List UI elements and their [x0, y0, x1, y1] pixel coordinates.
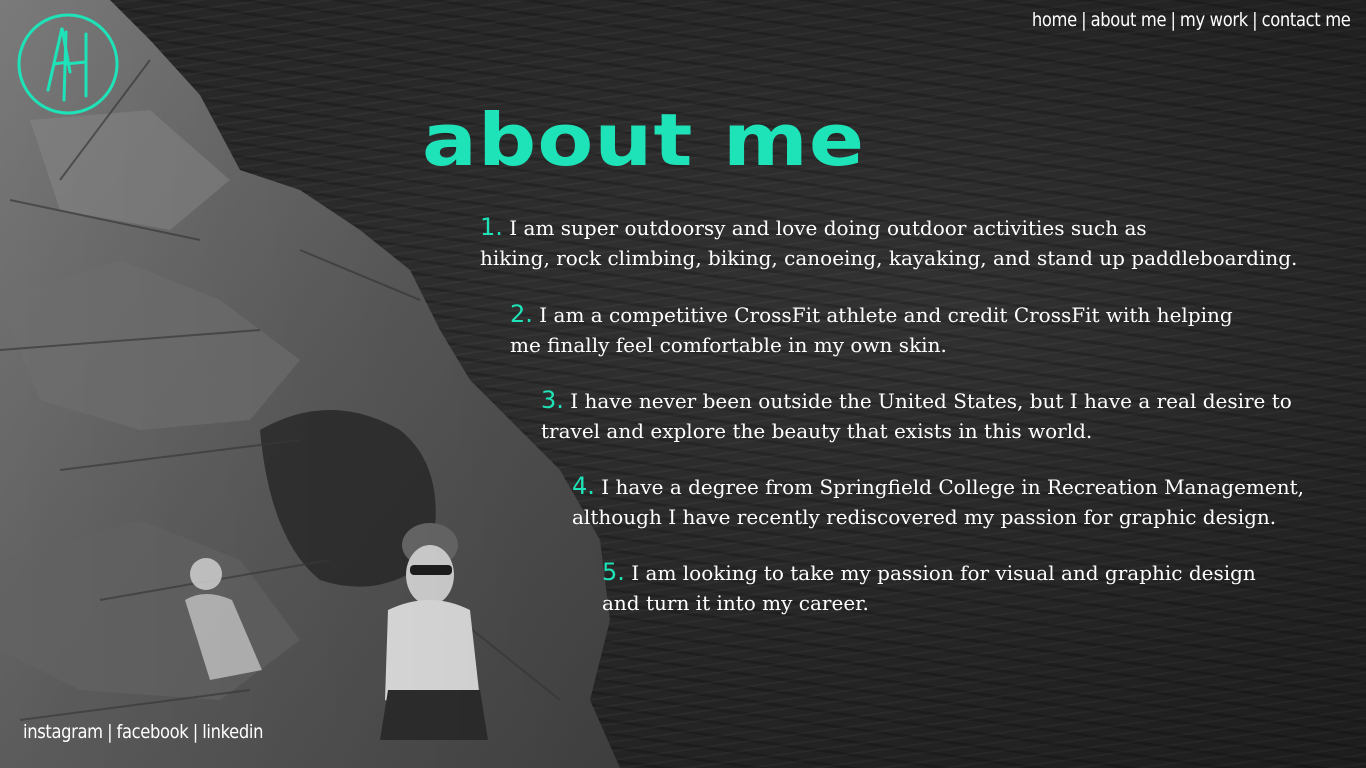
fact-number: 2.	[510, 300, 533, 328]
fact-text: I have a degree from Springfield College…	[601, 475, 1304, 499]
nav-home[interactable]: home	[1031, 9, 1076, 31]
nav-my-work[interactable]: my work	[1179, 9, 1247, 31]
fact-text: I am super outdoorsy and love doing outd…	[509, 216, 1147, 240]
fact-5: 5. I am looking to take my passion for v…	[602, 558, 1256, 618]
fact-text: I am a competitive CrossFit athlete and …	[539, 303, 1233, 327]
ah-logo[interactable]	[16, 12, 120, 116]
instagram-link[interactable]: instagram	[23, 721, 103, 743]
fact-text: and turn it into my career.	[602, 590, 869, 615]
fact-text: I have never been outside the United Sta…	[570, 389, 1292, 413]
fact-number: 1.	[480, 213, 503, 241]
fact-4: 4. I have a degree from Springfield Coll…	[572, 472, 1304, 532]
fact-text: travel and explore the beauty that exist…	[541, 418, 1093, 443]
fact-number: 3.	[541, 386, 564, 414]
fact-text: me finally feel comfortable in my own sk…	[510, 332, 947, 357]
fact-number: 4.	[572, 472, 595, 500]
top-navigation: home | about me | my work | contact me	[1031, 9, 1350, 31]
linkedin-link[interactable]: linkedin	[202, 721, 263, 743]
fact-2: 2. I am a competitive CrossFit athlete a…	[510, 300, 1233, 360]
facebook-link[interactable]: facebook	[117, 721, 189, 743]
fact-text: although I have recently rediscovered my…	[572, 504, 1277, 529]
social-links: instagram | facebook | linkedin	[23, 721, 264, 743]
page-title: about me	[422, 98, 866, 182]
fact-text: I am looking to take my passion for visu…	[631, 561, 1256, 585]
fact-number: 5.	[602, 558, 625, 586]
nav-about-me[interactable]: about me	[1090, 9, 1166, 31]
nav-contact-me[interactable]: contact me	[1261, 9, 1350, 31]
fact-3: 3. I have never been outside the United …	[541, 386, 1292, 446]
fact-text: hiking, rock climbing, biking, canoeing,…	[480, 245, 1298, 270]
fact-1: 1. I am super outdoorsy and love doing o…	[480, 213, 1297, 273]
